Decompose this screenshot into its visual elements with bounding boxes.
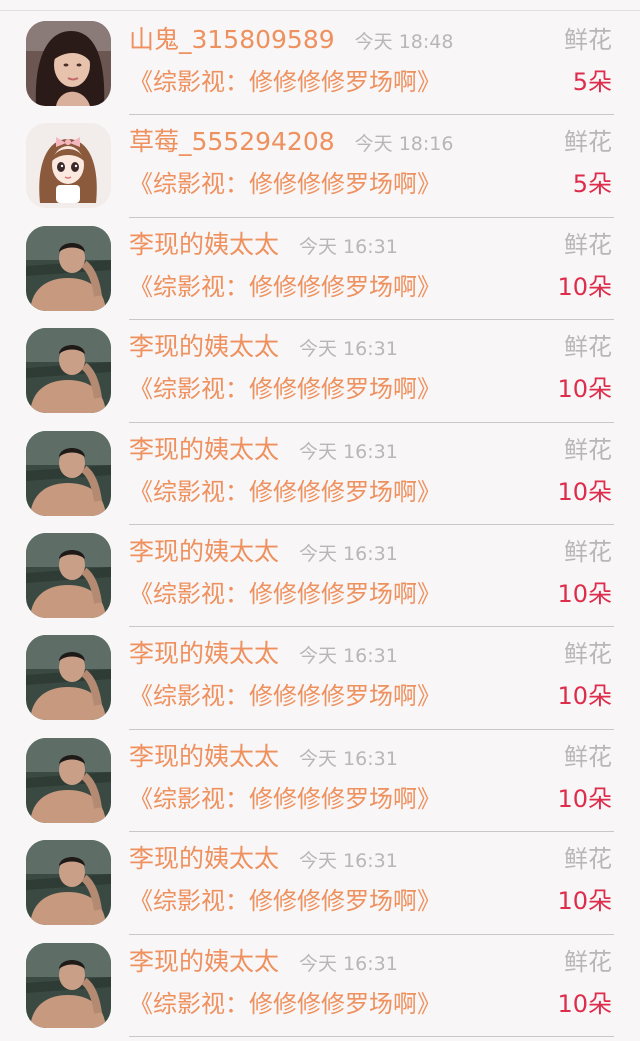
timestamp: 今天 16:31: [299, 850, 398, 873]
gift-type-label: 鲜花: [564, 947, 612, 976]
man-photo-avatar[interactable]: [26, 635, 111, 721]
list-item[interactable]: 李现的姨太太 今天 16:31 鲜花 《综影视：修修修修罗场啊》 10朵: [0, 935, 640, 1037]
list-item[interactable]: 李现的姨太太 今天 16:31 鲜花 《综影视：修修修修罗场啊》 10朵: [0, 320, 640, 423]
list-item[interactable]: 李现的姨太太 今天 16:31 鲜花 《综影视：修修修修罗场啊》 10朵: [0, 525, 640, 628]
man-photo-avatar[interactable]: [26, 840, 111, 926]
item-header: 山鬼_315809589 今天 18:48: [129, 23, 453, 57]
man-photo-avatar[interactable]: [26, 328, 111, 414]
user-name[interactable]: 李现的姨太太: [129, 330, 279, 364]
item-header: 李现的姨太太 今天 16:31: [129, 228, 398, 262]
timestamp: 今天 16:31: [299, 338, 398, 361]
gift-count: 10朵: [557, 784, 612, 813]
gift-record-list: 山鬼_315809589 今天 18:48 鲜花 《综影视：修修修修罗场啊》 5…: [0, 13, 640, 1037]
timestamp: 今天 16:31: [299, 747, 398, 770]
book-title-link[interactable]: 《综影视：修修修修罗场啊》: [129, 65, 441, 99]
item-header: 李现的姨太太 今天 16:31: [129, 945, 398, 979]
list-item[interactable]: 李现的姨太太 今天 16:31 鲜花 《综影视：修修修修罗场啊》 10朵: [0, 730, 640, 833]
top-divider: [0, 10, 640, 11]
gift-type-label: 鲜花: [564, 537, 612, 566]
item-header: 李现的姨太太 今天 16:31: [129, 637, 398, 671]
book-title-link[interactable]: 《综影视：修修修修罗场啊》: [129, 987, 441, 1021]
gift-type-label: 鲜花: [564, 333, 612, 362]
book-title-link[interactable]: 《综影视：修修修修罗场啊》: [129, 270, 441, 304]
item-header: 李现的姨太太 今天 16:31: [129, 535, 398, 569]
user-name[interactable]: 李现的姨太太: [129, 740, 279, 774]
user-name[interactable]: 李现的姨太太: [129, 535, 279, 569]
girl-dark-hair-avatar[interactable]: [26, 21, 111, 106]
timestamp: 今天 16:31: [299, 542, 398, 565]
item-header: 草莓_555294208 今天 18:16: [129, 125, 453, 159]
timestamp: 今天 16:31: [299, 952, 398, 975]
man-photo-avatar[interactable]: [26, 430, 111, 516]
timestamp: 今天 16:31: [299, 235, 398, 258]
doll-girl-avatar[interactable]: [26, 123, 111, 209]
user-name[interactable]: 李现的姨太太: [129, 433, 279, 467]
gift-type-label: 鲜花: [564, 26, 612, 54]
book-title-link[interactable]: 《综影视：修修修修罗场啊》: [129, 577, 441, 611]
user-name[interactable]: 草莓_555294208: [129, 125, 335, 159]
gift-type-label: 鲜花: [564, 435, 612, 464]
item-header: 李现的姨太太 今天 16:31: [129, 330, 398, 364]
item-header: 李现的姨太太 今天 16:31: [129, 842, 398, 876]
user-name[interactable]: 李现的姨太太: [129, 228, 279, 262]
gift-count: 10朵: [557, 375, 612, 404]
timestamp: 今天 16:31: [299, 440, 398, 463]
gift-count: 10朵: [557, 477, 612, 506]
gift-type-label: 鲜花: [564, 845, 612, 874]
user-name[interactable]: 山鬼_315809589: [129, 23, 335, 57]
gift-count: 10朵: [557, 887, 612, 916]
gift-count: 10朵: [557, 682, 612, 711]
list-item[interactable]: 李现的姨太太 今天 16:31 鲜花 《综影视：修修修修罗场啊》 10朵: [0, 423, 640, 525]
list-item[interactable]: 李现的姨太太 今天 16:31 鲜花 《综影视：修修修修罗场啊》 10朵: [0, 627, 640, 730]
book-title-link[interactable]: 《综影视：修修修修罗场啊》: [129, 372, 441, 406]
book-title-link[interactable]: 《综影视：修修修修罗场啊》: [129, 782, 441, 816]
gift-count: 5朵: [572, 170, 612, 199]
gift-type-label: 鲜花: [564, 128, 612, 157]
man-photo-avatar[interactable]: [26, 532, 111, 618]
gift-type-label: 鲜花: [564, 640, 612, 669]
gift-count: 10朵: [557, 989, 612, 1018]
gift-count: 10朵: [557, 272, 612, 301]
gift-type-label: 鲜花: [564, 742, 612, 771]
book-title-link[interactable]: 《综影视：修修修修罗场啊》: [129, 884, 441, 918]
item-header: 李现的姨太太 今天 16:31: [129, 433, 398, 467]
list-item[interactable]: 李现的姨太太 今天 16:31 鲜花 《综影视：修修修修罗场啊》 10朵: [0, 832, 640, 935]
book-title-link[interactable]: 《综影视：修修修修罗场啊》: [129, 679, 441, 713]
timestamp: 今天 18:48: [354, 31, 454, 53]
user-name[interactable]: 李现的姨太太: [129, 842, 279, 876]
user-name[interactable]: 李现的姨太太: [129, 945, 279, 979]
user-name[interactable]: 李现的姨太太: [129, 637, 279, 671]
gift-type-label: 鲜花: [564, 230, 612, 259]
man-photo-avatar[interactable]: [26, 942, 111, 1028]
gift-count: 10朵: [557, 579, 612, 608]
man-photo-avatar[interactable]: [26, 225, 111, 311]
timestamp: 今天 16:31: [299, 645, 398, 668]
book-title-link[interactable]: 《综影视：修修修修罗场啊》: [129, 167, 441, 201]
book-title-link[interactable]: 《综影视：修修修修罗场啊》: [129, 475, 441, 509]
gift-count: 5朵: [572, 68, 612, 96]
list-item[interactable]: 草莓_555294208 今天 18:16 鲜花 《综影视：修修修修罗场啊》 5…: [0, 115, 640, 218]
list-item[interactable]: 李现的姨太太 今天 16:31 鲜花 《综影视：修修修修罗场啊》 10朵: [0, 218, 640, 321]
timestamp: 今天 18:16: [354, 133, 454, 156]
man-photo-avatar[interactable]: [26, 737, 111, 823]
item-header: 李现的姨太太 今天 16:31: [129, 740, 398, 774]
row-divider: [129, 1035, 614, 1037]
list-item[interactable]: 山鬼_315809589 今天 18:48 鲜花 《综影视：修修修修罗场啊》 5…: [0, 13, 640, 116]
